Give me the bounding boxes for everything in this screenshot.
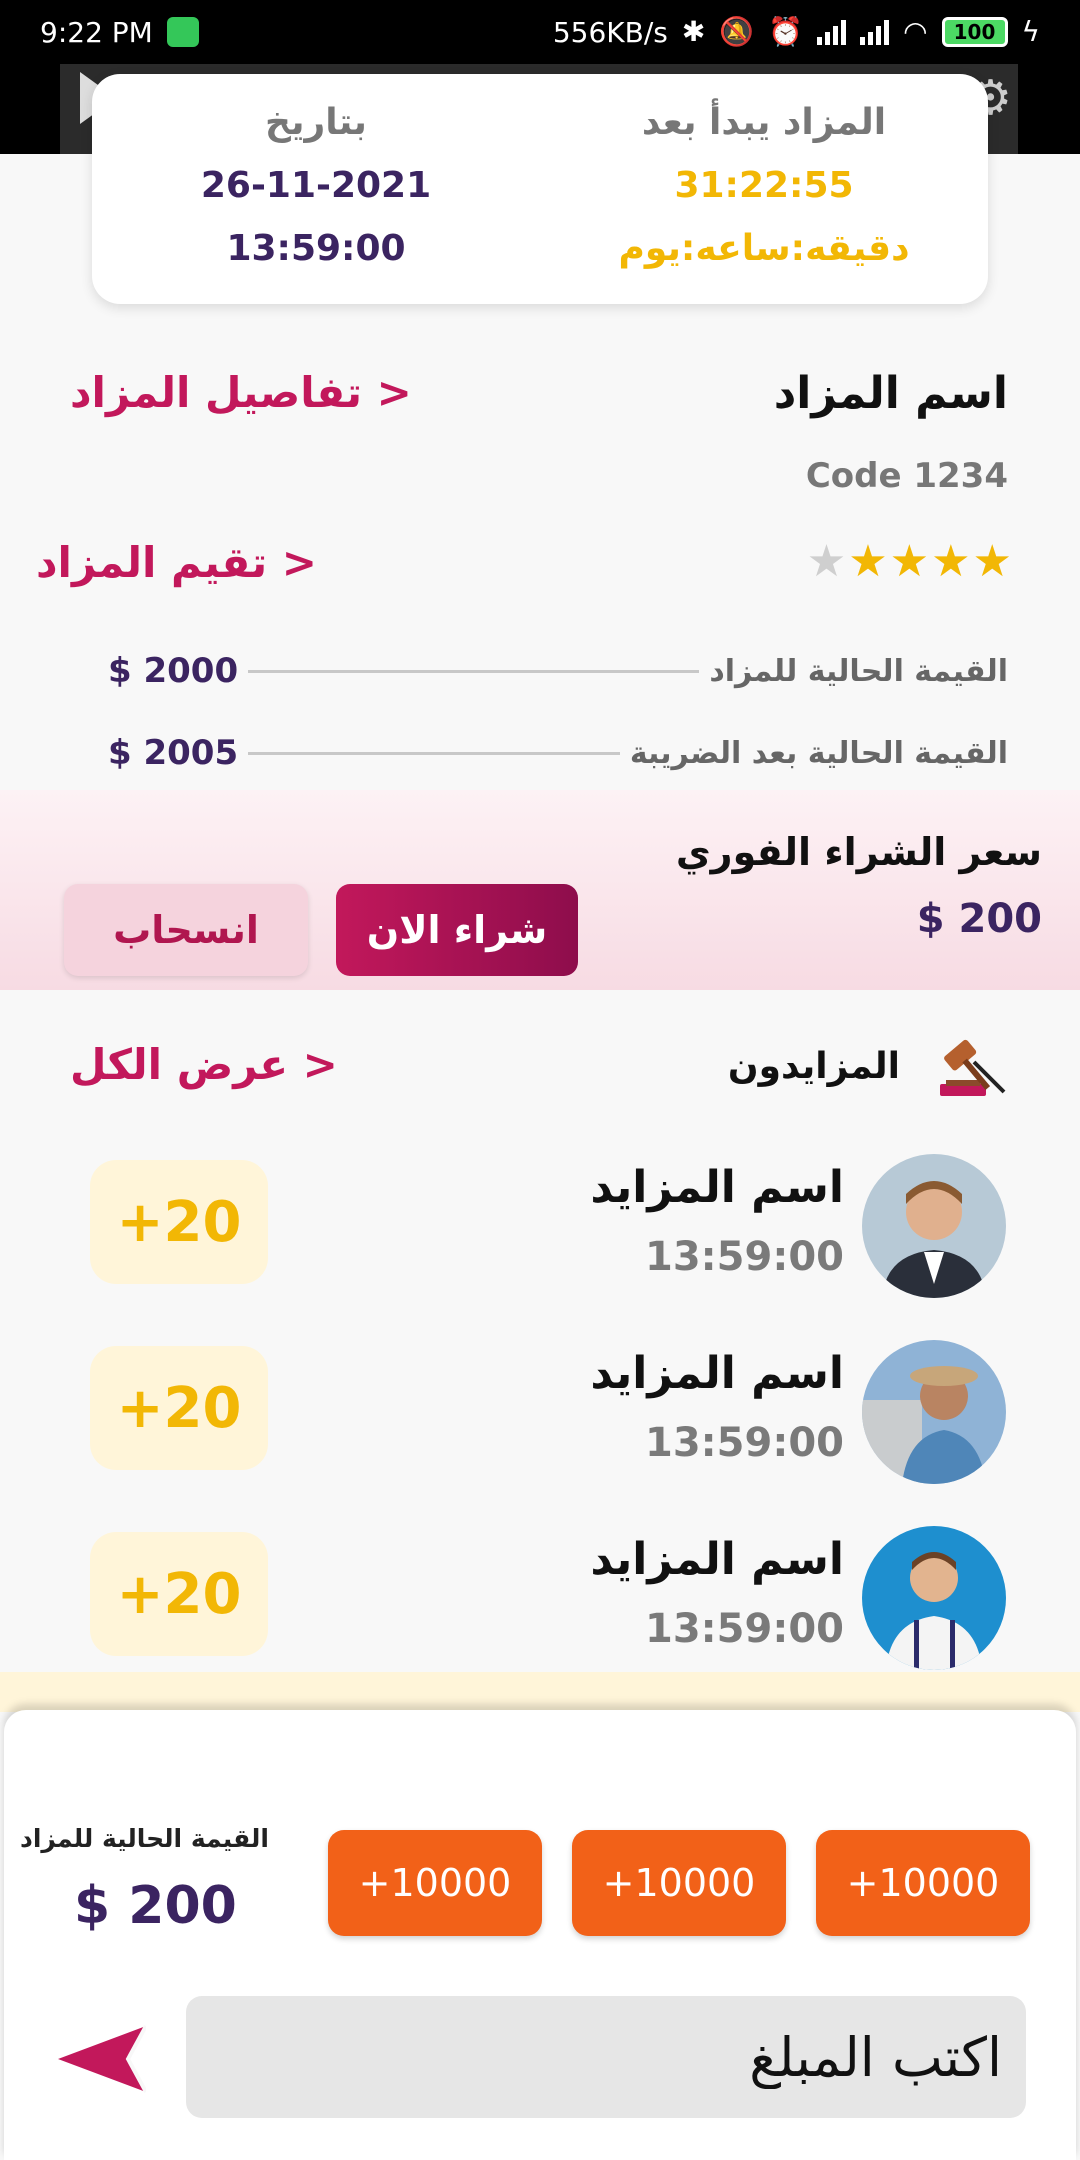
bid-time: 13:59:00	[645, 1606, 844, 1652]
starts-in-label: المزاد يبدأ بعد	[641, 102, 887, 143]
star-empty-icon: ★	[806, 536, 849, 587]
signal-icon	[817, 19, 847, 45]
rating-stars: ★★★★★	[807, 536, 1014, 587]
bidders-title: المزايدون	[727, 1046, 900, 1087]
current-value: $ 2000	[108, 651, 239, 691]
bid-time: 13:59:00	[645, 1420, 844, 1466]
star-filled-icon: ★	[889, 536, 932, 587]
signal-icon-2	[860, 19, 890, 45]
increment-button[interactable]: +10000	[572, 1830, 786, 1936]
charging-icon: ϟ	[1021, 15, 1040, 48]
date-column: بتاريخ 26-11-2021 13:59:00	[92, 74, 540, 304]
withdraw-button[interactable]: انسحاب	[64, 884, 308, 976]
countdown-value: 31:22:55	[674, 165, 854, 206]
countdown-column: المزاد يبدأ بعد 31:22:55 دقيقه:ساعه:يوم	[540, 74, 988, 304]
buy-now-price: $ 200	[916, 896, 1042, 942]
net-speed: 556KB/s	[552, 15, 668, 49]
bidder-row[interactable]: اسم المزايد 13:59:00 +20	[0, 1526, 1080, 1676]
wifi-icon: ◠	[903, 15, 928, 48]
increment-button[interactable]: +10000	[816, 1830, 1030, 1936]
star-filled-icon: ★	[931, 536, 973, 587]
bidder-name: اسم المزايد	[590, 1348, 844, 1399]
divider-line	[248, 669, 700, 673]
auction-timer-card: المزاد يبدأ بعد 31:22:55 دقيقه:ساعه:يوم …	[92, 74, 988, 304]
auction-code: Code 1234	[805, 456, 1008, 496]
buy-now-button[interactable]: شراء الان	[336, 884, 578, 976]
send-icon[interactable]	[58, 2024, 146, 2094]
increment-button[interactable]: +10000	[328, 1830, 542, 1936]
date-label: بتاريخ	[265, 102, 367, 143]
app-notification-icon	[166, 17, 199, 47]
battery-icon: 100	[941, 17, 1008, 47]
after-tax-value: $ 2005	[108, 733, 239, 773]
current-value-row: القيمة الحالية للمزاد $ 2000	[108, 646, 1008, 696]
bidder-row[interactable]: اسم المزايد 13:59:00 +20	[0, 1340, 1080, 1490]
buy-now-title: سعر الشراء الفوري	[675, 830, 1042, 874]
after-tax-row: القيمة الحالية بعد الضريبة $ 2005	[108, 728, 1008, 778]
current-value-label: القيمة الحالية للمزاد	[709, 653, 1008, 689]
auction-details-link[interactable]: تفاصيل المزاد >	[70, 368, 412, 417]
bid-amount-badge: +20	[90, 1346, 268, 1470]
bid-amount-badge: +20	[90, 1160, 268, 1284]
auction-name: اسم المزاد	[773, 368, 1008, 419]
bidder-avatar	[862, 1526, 1006, 1670]
mute-icon: 🔕	[719, 15, 755, 48]
rate-auction-link[interactable]: تقيم المزاد >	[36, 538, 317, 587]
bidder-name: اسم المزايد	[590, 1162, 844, 1213]
alarm-icon: ⏰	[768, 15, 804, 48]
star-filled-icon: ★	[848, 536, 890, 587]
bid-time: 13:59:00	[645, 1234, 844, 1280]
star-filled-icon: ★	[972, 536, 1014, 587]
bid-amount-badge: +20	[90, 1532, 268, 1656]
divider-line	[248, 751, 620, 755]
auction-time: 13:59:00	[226, 228, 406, 269]
bidder-avatar	[862, 1340, 1006, 1484]
view-all-link[interactable]: عرض الكل >	[70, 1040, 338, 1089]
bidder-avatar	[862, 1154, 1006, 1298]
section-divider	[0, 1672, 1080, 1712]
gavel-icon	[940, 1039, 1006, 1096]
bottom-current-label: القيمة الحالية للمزاد	[20, 1824, 269, 1853]
bidder-row[interactable]: اسم المزايد 13:59:00 +20	[0, 1154, 1080, 1304]
bottom-current-value: $ 200	[74, 1876, 237, 1936]
bluetooth-icon: ✱	[681, 15, 706, 48]
bid-amount-input[interactable]	[186, 1996, 1026, 2118]
status-time: 9:22 PM	[40, 15, 153, 49]
after-tax-label: القيمة الحالية بعد الضريبة	[629, 735, 1008, 771]
status-bar: 9:22 PM 556KB/s ✱ 🔕 ⏰ ◠ 100 ϟ	[0, 0, 1080, 64]
countdown-units: دقيقه:ساعه:يوم	[618, 228, 910, 269]
auction-date: 26-11-2021	[200, 165, 432, 206]
bidder-name: اسم المزايد	[590, 1534, 844, 1585]
